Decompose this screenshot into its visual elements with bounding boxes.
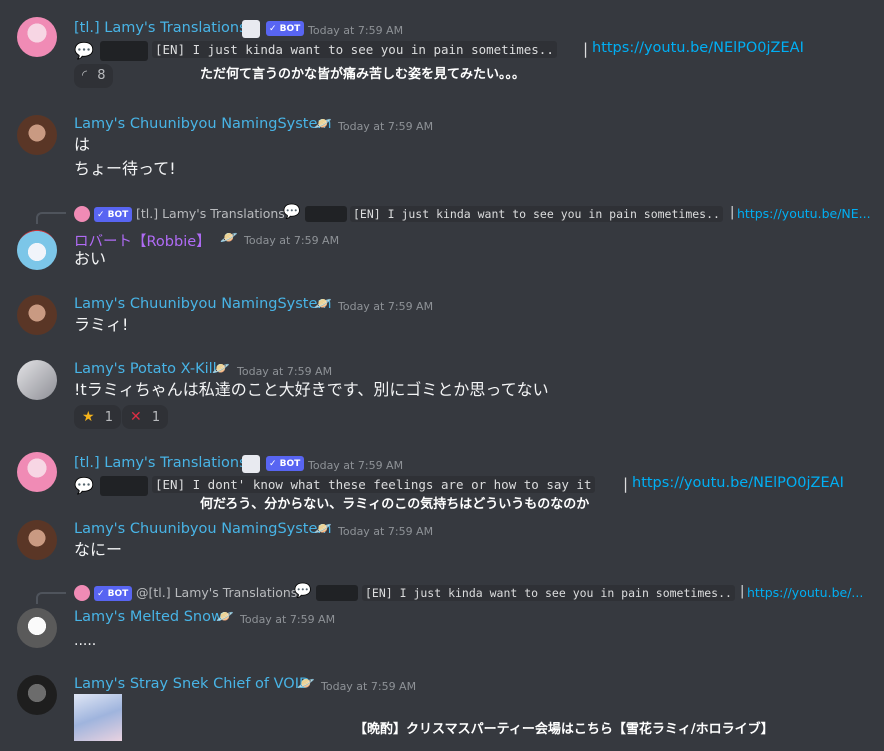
author-name[interactable]: Lamy's Melted Snow xyxy=(74,609,223,625)
avatar[interactable] xyxy=(17,608,57,648)
message-item: ✓ BOT [tl.] Lamy's Translations 💬 [EN] I… xyxy=(0,200,884,280)
reply-author[interactable]: @[tl.] Lamy's Translations xyxy=(136,585,297,600)
author-name[interactable]: Lamy's Potato X-Kill xyxy=(74,361,217,377)
planet-icon: 🪐 xyxy=(314,521,332,537)
message-item: ✓ BOT @[tl.] Lamy's Translations 💬 [EN] … xyxy=(0,580,884,660)
avatar[interactable] xyxy=(17,452,57,492)
timestamp: Today at 7:59 AM xyxy=(308,459,404,472)
planet-icon: 🪐 xyxy=(314,296,332,312)
avatar[interactable] xyxy=(17,520,57,560)
message-code: [EN] I just kinda want to see you in pai… xyxy=(152,41,557,58)
avatar[interactable] xyxy=(17,675,57,715)
redacted-block xyxy=(100,476,148,496)
speech-bubble-icon: 💬 xyxy=(74,476,94,495)
bot-avatar-icon xyxy=(242,455,260,473)
message-code: [EN] I dont' know what these feelings ar… xyxy=(152,476,595,493)
message-text: ちょー待って! xyxy=(74,159,176,178)
author-name[interactable]: Lamy's Chuunibyou NamingSystem xyxy=(74,116,332,132)
reply-avatar xyxy=(74,206,90,222)
star-icon: ★ xyxy=(82,409,95,425)
bot-badge: ✓ BOT xyxy=(266,456,305,471)
redacted-block xyxy=(316,585,358,601)
reaction-count: 1 xyxy=(104,410,113,425)
reaction-count: 1 xyxy=(151,410,161,425)
author-name[interactable]: Lamy's Chuunibyou NamingSystem xyxy=(74,296,332,312)
bot-badge: ✓ BOT xyxy=(94,207,133,222)
avatar[interactable] xyxy=(17,295,57,335)
separator: | xyxy=(623,475,629,493)
message-item: [tl.] Lamy's Translations ✓ BOT Today at… xyxy=(0,0,884,95)
author-name[interactable]: Lamy's Stray Snek Chief of VOID xyxy=(74,676,310,692)
bot-avatar-icon xyxy=(242,20,260,38)
cross-icon: ✕ xyxy=(130,409,142,425)
avatar[interactable] xyxy=(17,17,57,57)
thumbnail-image[interactable] xyxy=(74,694,122,741)
planet-icon: 🪐 xyxy=(220,230,238,246)
avatar[interactable] xyxy=(17,360,57,400)
author-name[interactable]: [tl.] Lamy's Translations xyxy=(74,455,247,471)
video-link[interactable]: https://youtu.be/NElPO0jZEAI xyxy=(592,40,804,56)
translation-text: 何だろう、分からない、ラミィのこの気持ちはどういうものなのか xyxy=(200,497,590,512)
video-caption[interactable]: 【晩酌】クリスマスパーティー会場はこちら【雪花ラミィ/ホロライブ】 xyxy=(354,718,774,737)
speech-bubble-icon: 💬 xyxy=(283,204,301,220)
planet-icon: 🪐 xyxy=(314,116,332,132)
separator: | xyxy=(740,584,745,599)
bot-badge: ✓ BOT xyxy=(94,586,133,601)
timestamp: Today at 7:59 AM xyxy=(308,24,404,37)
reply-avatar xyxy=(74,585,90,601)
message-text: !tラミィちゃんは私達のこと大好きです、別にゴミとか思ってない xyxy=(74,380,549,399)
bot-badge: ✓ BOT xyxy=(266,21,305,36)
message-item: Lamy's Chuunibyou NamingSystem 🪐 Today a… xyxy=(0,515,884,575)
reaction-icon: ◜ xyxy=(82,68,88,83)
message-text: なにー xyxy=(74,540,123,559)
video-link[interactable]: https://youtu.be/NElPO0jZEAI xyxy=(632,475,844,491)
timestamp: Today at 7:59 AM xyxy=(338,300,434,313)
message-item: Lamy's Stray Snek Chief of VOID 🪐 Today … xyxy=(0,670,884,751)
separator: | xyxy=(730,205,735,220)
reply-link[interactable]: https://youtu.be/NE... xyxy=(737,206,871,221)
message-text: おい xyxy=(74,249,107,268)
translation-text: ただ何て言うのかな皆が痛み苦しむ姿を見てみたい。。。 xyxy=(200,67,526,82)
timestamp: Today at 7:59 AM xyxy=(244,234,340,247)
message-text: は xyxy=(74,135,91,154)
reply-link[interactable]: https://youtu.be/... xyxy=(747,585,863,600)
reaction-chip[interactable]: ★ 1 xyxy=(74,405,121,429)
timestamp: Today at 7:59 AM xyxy=(237,365,333,378)
message-text: ラミィ! xyxy=(74,315,129,334)
timestamp: Today at 7:59 AM xyxy=(321,680,417,693)
reply-spine xyxy=(36,212,66,224)
speech-bubble-icon: 💬 xyxy=(294,583,312,599)
timestamp: Today at 7:59 AM xyxy=(338,120,434,133)
author-name[interactable]: Lamy's Chuunibyou NamingSystem xyxy=(74,521,332,537)
reply-spine xyxy=(36,592,66,604)
redacted-block xyxy=(100,41,148,61)
avatar[interactable] xyxy=(17,230,57,270)
redacted-block xyxy=(305,206,347,222)
timestamp: Today at 7:59 AM xyxy=(240,613,336,626)
author-name[interactable]: [tl.] Lamy's Translations xyxy=(74,20,247,36)
reply-code: [EN] I just kinda want to see you in pai… xyxy=(362,585,735,601)
planet-icon: 🪐 xyxy=(216,609,234,625)
reply-author[interactable]: [tl.] Lamy's Translations xyxy=(136,206,285,221)
message-item: [tl.] Lamy's Translations ✓ BOT Today at… xyxy=(0,445,884,515)
reaction-count: 8 xyxy=(97,68,106,83)
reaction-chip[interactable]: ✕ 1 xyxy=(122,405,169,429)
message-item: Lamy's Chuunibyou NamingSystem 🪐 Today a… xyxy=(0,290,884,350)
separator: | xyxy=(583,40,589,58)
timestamp: Today at 7:59 AM xyxy=(338,525,434,538)
speech-bubble-icon: 💬 xyxy=(74,41,94,60)
message-item: Lamy's Potato X-Kill 🪐 Today at 7:59 AM … xyxy=(0,355,884,435)
planet-icon: 🪐 xyxy=(212,361,230,377)
reaction-chip[interactable]: ◜ 8 xyxy=(74,64,114,88)
planet-icon: 🪐 xyxy=(297,676,315,692)
message-text: ..... xyxy=(74,633,97,649)
avatar[interactable] xyxy=(17,115,57,155)
message-item: Lamy's Chuunibyou NamingSystem 🪐 Today a… xyxy=(0,110,884,190)
reply-code: [EN] I just kinda want to see you in pai… xyxy=(350,206,723,222)
